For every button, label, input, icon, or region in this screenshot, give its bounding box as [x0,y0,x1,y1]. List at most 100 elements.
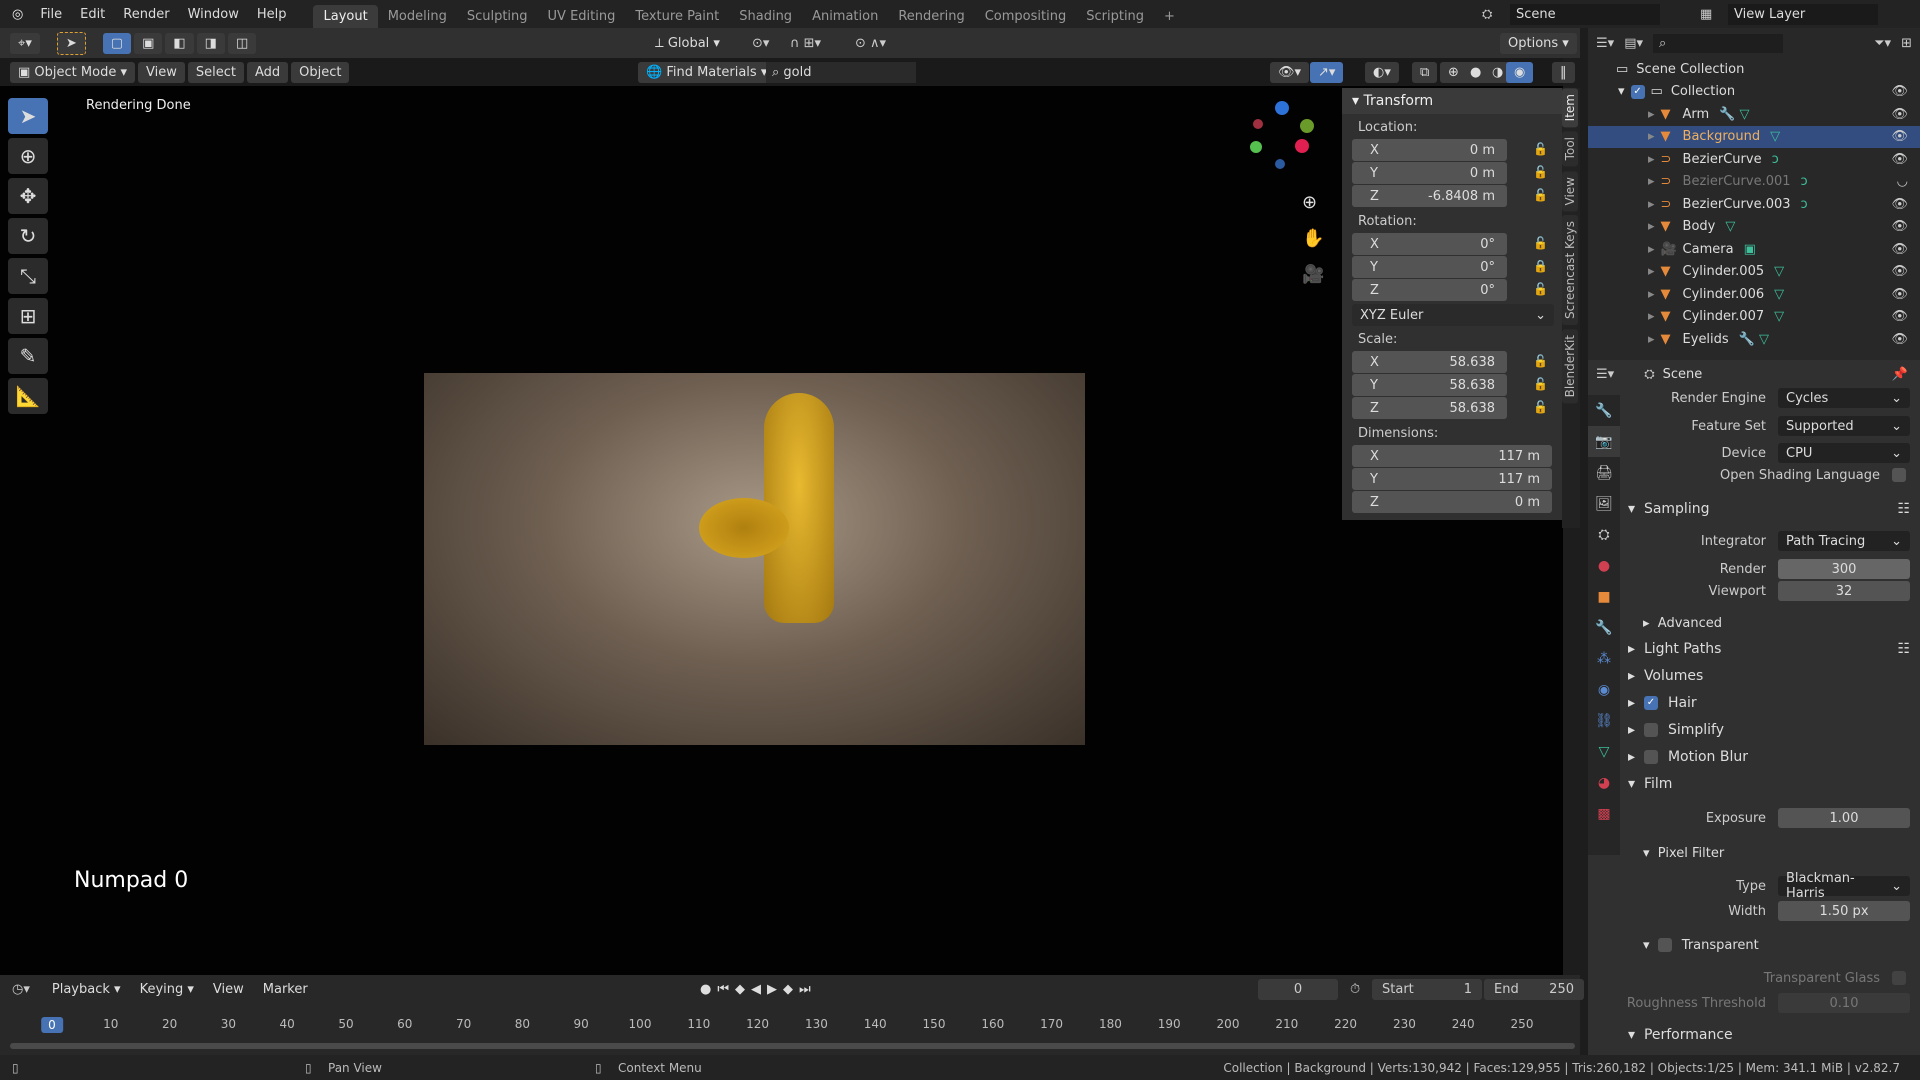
viewport-menu-select[interactable]: Select [187,61,244,83]
expand-arrow-icon[interactable]: ▸ [1648,332,1655,347]
expand-arrow-icon[interactable]: ▸ [1648,287,1655,302]
stopwatch-icon[interactable]: ⏱ [1350,982,1360,997]
find-materials-dropdown[interactable]: 🌐 Find Materials ▾ [638,61,776,83]
menu-file[interactable]: File [31,7,71,22]
scale-z-field[interactable]: Z 58.638 [1352,397,1507,419]
rotation-x-field[interactable]: X 0° [1352,233,1507,255]
transform-tool-icon[interactable]: ⊞ [8,298,48,334]
film-panel-header[interactable]: ▾ Film [1628,773,1910,795]
outliner-item[interactable]: ▸ ▼ Body ▽ 👁 [1588,216,1920,239]
select-box-tool-icon[interactable]: ➤ [8,98,48,134]
pin-icon[interactable]: 📌 [1892,367,1908,382]
simplify-checkbox[interactable] [1643,723,1658,737]
timeline-scrollbar[interactable] [10,1043,1575,1049]
pixel-filter-subpanel[interactable]: ▾ Pixel Filter [1643,842,1910,864]
outliner-item[interactable]: ▸ ▼ Eyelids 🔧 ▽ 👁 [1588,328,1920,351]
eye-icon[interactable]: ◡ [1897,174,1908,189]
transparent-checkbox[interactable] [1657,938,1672,952]
outliner-item[interactable]: ▸ ▼ Background ▽ 👁 [1588,125,1920,148]
filter-icon[interactable]: ⏷▾ [1874,36,1891,51]
eye-icon[interactable]: 👁 [1891,152,1908,167]
gizmo-toggle[interactable]: ↗▾ [1310,61,1344,83]
integrator-dropdown[interactable]: Path Tracing ⌄ [1778,531,1910,551]
camera-view-icon[interactable]: 🎥 [1302,264,1324,285]
device-dropdown[interactable]: CPU ⌄ [1778,443,1910,463]
eye-icon[interactable]: 👁 [1891,219,1908,234]
tab-layout[interactable]: Layout [313,5,378,28]
eye-icon[interactable]: 👁 [1891,264,1908,279]
selection-mode-extend[interactable]: ▣ [134,32,163,54]
outliner-item[interactable]: ▸ 🎥 Camera ▣ 👁 [1588,238,1920,261]
texture-tab-icon[interactable]: ▩ [1588,798,1620,829]
eye-icon[interactable]: 👁 [1891,242,1908,257]
sampling-panel-header[interactable]: ▾ Sampling ☷ [1628,498,1910,520]
dimensions-y-field[interactable]: Y 117 m [1352,468,1552,490]
filter-type-dropdown[interactable]: Blackman-Harris ⌄ [1778,871,1910,901]
play-reverse-button[interactable]: ◀ [751,982,767,997]
lock-icon[interactable]: 🔓 [1533,188,1548,202]
expand-arrow-icon[interactable]: ▸ [1648,152,1655,167]
scene-selector[interactable]: Scene [1510,3,1660,25]
lock-icon[interactable]: 🔓 [1533,142,1548,156]
eye-icon[interactable]: 👁 [1891,107,1908,122]
simplify-panel[interactable]: ▸ Simplify [1628,719,1910,741]
tab-modeling[interactable]: Modeling [378,5,457,28]
tab-texture-paint[interactable]: Texture Paint [625,5,729,28]
snap-icon[interactable]: ∩ ⊞▾ [790,36,821,51]
annotate-tool-icon[interactable]: ✎ [8,338,48,374]
tab-blenderkit[interactable]: BlenderKit [1562,329,1578,404]
measure-tool-icon[interactable]: 📐 [8,378,48,414]
tab-view[interactable]: View [1562,170,1578,212]
timeline-menu-view[interactable]: View [205,979,252,1000]
scene-tab-icon[interactable]: ⛭ [1588,519,1620,550]
editor-type-button[interactable]: ⌖▾ [10,32,40,54]
blender-logo-icon[interactable]: ◎ [0,7,31,22]
motion-blur-checkbox[interactable] [1643,750,1658,764]
outliner-item[interactable]: ▸ ⊃ BezierCurve ↄ 👁 [1588,148,1920,171]
pause-render-button[interactable]: ‖ [1552,61,1575,83]
navigation-gizmo[interactable] [1245,101,1315,171]
location-z-field[interactable]: Z -6.8408 m [1352,185,1507,207]
overlay-toggle[interactable]: ◐▾ [1365,61,1399,83]
cursor-tool-icon[interactable]: ⊕ [8,138,48,174]
selection-mode-invert[interactable]: ◨ [196,32,225,54]
transparent-glass-checkbox[interactable] [1892,971,1906,985]
eye-icon[interactable]: 👁 [1891,332,1908,347]
presets-icon[interactable]: ☷ [1897,501,1910,517]
select-tool-icon[interactable]: ➤ [56,31,86,55]
world-tab-icon[interactable]: ● [1588,550,1620,581]
eye-icon[interactable]: 👁 [1891,197,1908,212]
lock-icon[interactable]: 🔓 [1533,165,1548,179]
tab-tool[interactable]: Tool [1562,131,1578,167]
rotation-y-field[interactable]: Y 0° [1352,256,1507,278]
expand-arrow-icon[interactable]: ▸ [1648,174,1655,189]
data-tab-icon[interactable]: ▽ [1588,736,1620,767]
expand-arrow-icon[interactable]: ▸ [1648,264,1655,279]
render-engine-dropdown[interactable]: Cycles ⌄ [1778,388,1910,408]
location-y-field[interactable]: Y 0 m [1352,162,1507,184]
tab-animation[interactable]: Animation [802,5,888,28]
shading-rendered[interactable]: ◉ [1506,61,1534,83]
output-tab-icon[interactable]: 🖨 [1588,457,1620,488]
scale-y-field[interactable]: Y 58.638 [1352,374,1507,396]
outliner-item[interactable]: ▸ ▼ Cylinder.006 ▽ 👁 [1588,283,1920,306]
tab-scripting[interactable]: Scripting [1076,5,1154,28]
lock-icon[interactable]: 🔓 [1533,377,1548,391]
zoom-icon[interactable]: ⊕ [1302,192,1317,213]
hair-panel[interactable]: ▸ ✓ Hair [1628,692,1910,714]
dimensions-z-field[interactable]: Z 0 m [1352,491,1552,513]
tab-shading[interactable]: Shading [729,5,802,28]
add-workspace-button[interactable]: + [1154,5,1185,28]
menu-help[interactable]: Help [248,7,296,22]
timeline-menu-marker[interactable]: Marker [255,979,316,1000]
osl-checkbox[interactable] [1892,468,1906,482]
viewport-menu-add[interactable]: Add [246,61,289,83]
menu-window[interactable]: Window [179,7,248,22]
viewport-menu-view[interactable]: View [138,61,185,83]
tab-sculpting[interactable]: Sculpting [457,5,538,28]
next-keyframe-button[interactable]: ◆ [783,982,799,997]
menu-render[interactable]: Render [114,7,178,22]
light-paths-panel[interactable]: ▸ Light Paths ☷ [1628,638,1910,660]
performance-panel-header[interactable]: ▾ Performance [1628,1024,1910,1046]
lock-icon[interactable]: 🔒 [1533,259,1548,273]
